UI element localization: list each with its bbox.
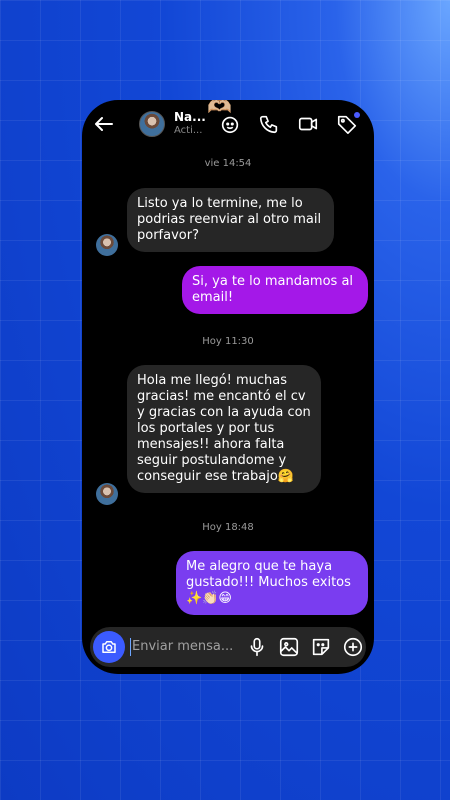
image-icon[interactable] (278, 636, 300, 658)
outgoing-message[interactable]: Si, ya te lo mandamos al email! (182, 266, 368, 314)
camera-icon (102, 641, 116, 653)
camera-button[interactable] (93, 631, 125, 663)
text-cursor (130, 638, 131, 656)
video-camera-icon[interactable] (297, 113, 319, 135)
sender-avatar (96, 234, 118, 256)
chat-screen: Na... Acti... 🫶🏼 vie 14:54 Listo ya lo t… (82, 100, 374, 674)
message-composer: Enviar mensa... (90, 627, 366, 667)
timestamp: Hoy 11:30 (202, 336, 254, 347)
message-input[interactable]: Enviar mensa... (132, 639, 233, 654)
back-arrow-icon[interactable] (92, 112, 116, 136)
microphone-icon[interactable] (246, 636, 268, 658)
sticker-add-icon[interactable] (219, 113, 241, 135)
contact-avatar[interactable] (139, 111, 165, 137)
outgoing-message[interactable]: Me alegro que te haya gustado!!! Muchos … (176, 551, 368, 615)
contact-name[interactable]: Na... (174, 110, 206, 124)
notification-dot (354, 112, 360, 118)
chat-header: Na... Acti... 🫶🏼 (82, 100, 374, 150)
sender-avatar (96, 483, 118, 505)
sticker-icon[interactable] (310, 636, 332, 658)
timestamp: Hoy 18:48 (202, 522, 254, 533)
contact-status: Acti... (174, 125, 203, 136)
incoming-message[interactable]: Listo ya lo termine, me lo podrias reenv… (127, 188, 334, 252)
timestamp: vie 14:54 (204, 158, 252, 169)
incoming-message[interactable]: Hola me llegó! muchas gracias! me encant… (127, 365, 321, 493)
plus-icon[interactable] (342, 636, 364, 658)
phone-icon[interactable] (258, 113, 280, 135)
